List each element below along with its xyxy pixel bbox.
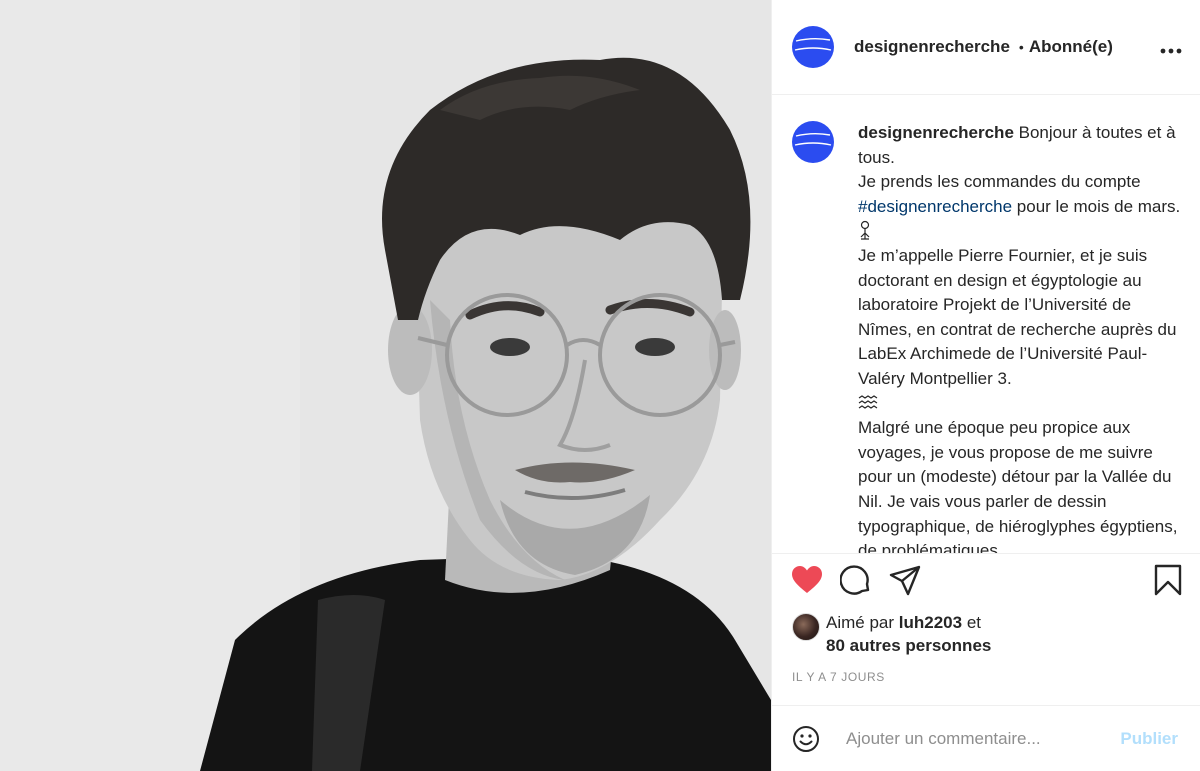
- hieroglyph-water-icon: [858, 392, 1184, 417]
- more-options-icon[interactable]: [1160, 36, 1182, 58]
- post-timestamp[interactable]: IL Y A 7 JOURS: [772, 659, 1200, 699]
- comment-icon: [840, 564, 870, 595]
- caption-line-2a: Je prends les commandes du compte: [858, 172, 1141, 192]
- caption-avatar[interactable]: [792, 121, 834, 163]
- share-icon: [889, 565, 921, 595]
- likes-text: Aimé par luh2203 et 80 autres personnes: [826, 611, 991, 657]
- logo-lines-icon: [794, 133, 832, 146]
- liker-username[interactable]: luh2203: [899, 613, 962, 632]
- post-header: designenrecherche • Abonné(e): [772, 0, 1200, 95]
- comment-input[interactable]: [844, 727, 1121, 750]
- hieroglyph-ankh-icon: [858, 219, 1184, 244]
- hashtag-link[interactable]: #designenrecherche: [858, 197, 1012, 216]
- instagram-post: designenrecherche • Abonné(e) designenre…: [0, 0, 1200, 771]
- liker-avatar[interactable]: [792, 613, 820, 641]
- likes-prefix: Aimé par: [826, 613, 895, 632]
- caption-text: designenrecherche Bonjour à toutes et à …: [858, 121, 1184, 553]
- caption-username[interactable]: designenrecherche: [858, 123, 1014, 142]
- emoji-button[interactable]: [792, 724, 822, 754]
- likes-others-link[interactable]: 80 autres personnes: [826, 636, 991, 655]
- likes-joiner: et: [966, 613, 981, 632]
- comment-composer: Publier: [772, 705, 1200, 771]
- caption-paragraph-2: Je m’appelle Pierre Fournier, et je suis…: [858, 245, 1177, 388]
- portrait-illustration: [0, 0, 771, 771]
- header-username[interactable]: designenrecherche: [854, 37, 1010, 57]
- caption-area: designenrecherche Bonjour à toutes et à …: [772, 95, 1200, 553]
- header-separator: •: [1018, 39, 1024, 55]
- save-button[interactable]: [1151, 563, 1185, 597]
- comment-button[interactable]: [839, 563, 873, 597]
- emoji-icon: [793, 725, 819, 752]
- caption-paragraph-3: Malgré une époque peu propice aux voyage…: [858, 418, 1178, 553]
- like-button[interactable]: [790, 563, 824, 597]
- heart-icon: [792, 566, 822, 593]
- more-icon: [1160, 48, 1182, 54]
- logo-lines-icon: [794, 38, 832, 51]
- post-actions-bar: [772, 553, 1200, 605]
- follow-status-button[interactable]: Abonné(e): [1029, 37, 1113, 57]
- share-button[interactable]: [888, 563, 922, 597]
- caption-line-2b: pour le mois de mars.: [1016, 196, 1181, 216]
- account-avatar[interactable]: [792, 26, 834, 68]
- likes-summary: Aimé par luh2203 et 80 autres personnes: [772, 605, 1200, 659]
- publish-button[interactable]: Publier: [1120, 729, 1178, 749]
- post-photo[interactable]: [0, 0, 771, 771]
- bookmark-icon: [1154, 564, 1182, 595]
- post-side-panel: designenrecherche • Abonné(e) designenre…: [771, 0, 1200, 771]
